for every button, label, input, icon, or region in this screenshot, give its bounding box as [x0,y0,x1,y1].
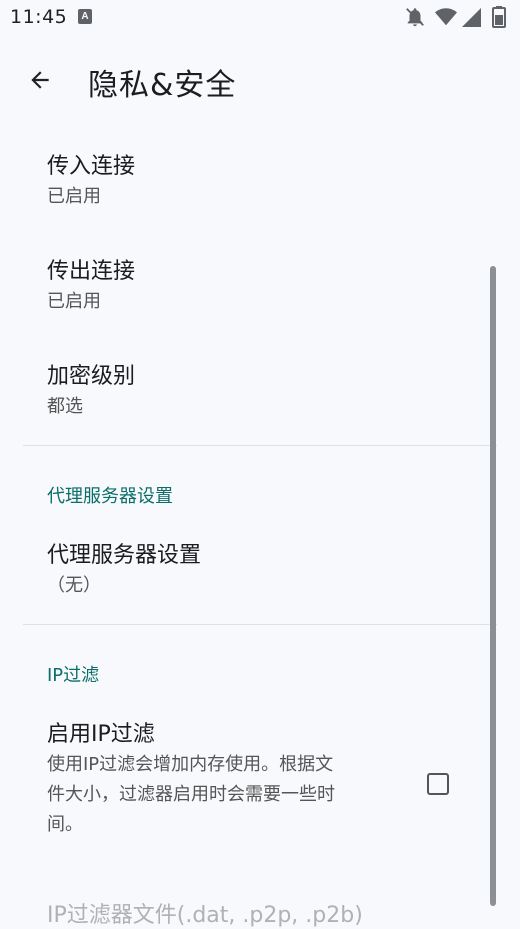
ip-filter-checkbox[interactable] [427,773,449,795]
category-header-ip-filter: IP过滤 [47,665,100,686]
pref-ip-filter-file: IP过滤器文件(.dat, .p2p, .p2b) [47,903,363,928]
pref-title: 启用IP过滤 [47,722,155,747]
wifi-icon [435,8,457,26]
pref-summary: 已启用 [47,186,101,207]
app-bar: 隐私&安全 [0,36,520,128]
pref-outgoing-connections[interactable]: 传出连接 已启用 [47,257,440,317]
pref-incoming-connections[interactable]: 传入连接 已启用 [47,152,440,212]
pref-summary: 已启用 [47,291,101,312]
signal-icon [462,8,481,27]
divider [23,624,497,625]
status-bar: 11:45 A [0,0,520,36]
pref-summary: 都选 [47,396,83,417]
pref-proxy-settings[interactable]: 代理服务器设置 （无） [47,541,440,601]
divider [23,445,497,446]
status-time: 11:45 [10,6,68,28]
arrow-back-icon [31,71,49,89]
notifications-off-icon [406,8,424,27]
pref-title: 传入连接 [47,154,136,179]
pref-encryption-level[interactable]: 加密级别 都选 [47,362,440,422]
scrollbar[interactable] [490,266,496,906]
back-button[interactable] [22,62,58,98]
page-title: 隐私&安全 [88,68,237,103]
pref-summary-line: 使用IP过滤会增加内存使用。根据文 [47,754,334,775]
pref-title: 加密级别 [47,364,136,389]
pref-summary-line: 件大小，过滤器启用时会需要一些时 [47,784,335,805]
category-header-proxy: 代理服务器设置 [47,486,173,507]
pref-summary: （无） [47,575,101,596]
battery-icon [492,6,506,28]
pref-title: 传出连接 [47,259,136,284]
pref-title: 代理服务器设置 [47,543,202,568]
app-notification-icon: A [78,9,92,24]
pref-summary-line: 间。 [47,814,83,835]
pref-enable-ip-filter[interactable]: 启用IP过滤 使用IP过滤会增加内存使用。根据文 件大小，过滤器启用时会需要一些… [47,720,440,840]
